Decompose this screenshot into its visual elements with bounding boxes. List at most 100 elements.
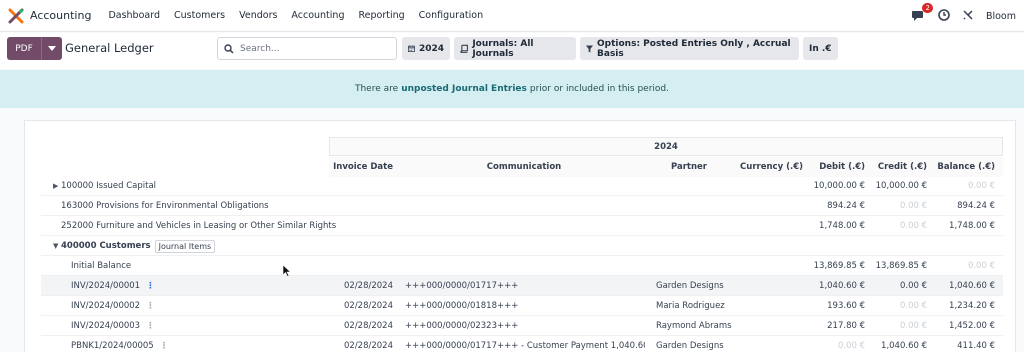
col-currency[interactable]: Currency (.€) (733, 158, 803, 176)
pdf-dropdown-toggle[interactable] (41, 37, 62, 60)
debit-cell: 13,869.85 € (813, 261, 865, 271)
partner-cell: Maria Rodriguez (656, 301, 725, 311)
year-filter-label: 2024 (418, 43, 444, 54)
search-box[interactable] (217, 37, 397, 60)
menu-dashboard[interactable]: Dashboard (108, 10, 160, 21)
col-credit[interactable]: Credit (.€) (869, 158, 927, 176)
balance-cell: 1,234.20 € (949, 301, 995, 311)
initial-balance-row: Initial Balance 13,869.85 € 13,869.85 € … (41, 256, 1003, 276)
balance-cell: 1,748.00 € (949, 221, 995, 231)
chat-icon[interactable]: 2 (911, 3, 933, 23)
journals-filter-button[interactable]: Journals: All Journals (454, 37, 576, 60)
entry-label[interactable]: INV/2024/00001 (71, 281, 140, 291)
entry-label[interactable]: PBNK1/2024/00005 (71, 341, 154, 351)
currency-filter-button[interactable]: In .€ (803, 37, 838, 60)
caret-down-icon (48, 45, 56, 51)
col-partner[interactable]: Partner (649, 158, 729, 176)
credit-cell: 0.00 € (899, 281, 927, 291)
general-ledger-report: 2024 Invoice Date Communication Partner … (24, 120, 1016, 352)
partner-cell: Garden Designs (656, 281, 724, 291)
menu-accounting[interactable]: Accounting (291, 10, 344, 21)
balance-cell: 894.24 € (957, 201, 995, 211)
col-invoice-date[interactable]: Invoice Date (329, 158, 393, 176)
period-header: 2024 (329, 137, 1003, 156)
credit-cell: 0.00 € (899, 201, 927, 211)
calendar-icon (408, 45, 415, 52)
col-debit[interactable]: Debit (.€) (807, 158, 865, 176)
communication-cell: +++000/0000/01717+++ - Customer Payment … (405, 341, 645, 351)
date-cell: 02/28/2024 (344, 301, 393, 311)
year-filter-button[interactable]: 2024 (402, 37, 450, 60)
partner-cell: Garden Designs (656, 341, 724, 351)
unposted-entries-link[interactable]: unposted Journal Entries (401, 84, 527, 94)
kebab-menu-icon[interactable]: ⋮ (146, 281, 155, 291)
balance-cell: 1,452.00 € (949, 321, 995, 331)
debit-cell: 193.60 € (827, 301, 865, 311)
kebab-menu-icon[interactable]: ⋮ (160, 341, 169, 351)
account-label: 400000 Customers (61, 241, 151, 251)
credit-cell: 0.00 € (899, 321, 927, 331)
alert-prefix: There are (354, 84, 399, 94)
credit-cell: 1,040.60 € (881, 341, 927, 351)
date-cell: 02/28/2024 (344, 341, 393, 351)
unposted-entries-alert: There are unposted Journal Entries prior… (0, 70, 1024, 108)
top-navbar: Accounting Dashboard Customers Vendors A… (0, 0, 1024, 32)
account-label: 252000 Furniture and Vehicles in Leasing… (61, 221, 337, 231)
debit-cell: 0.00 € (837, 341, 865, 351)
account-label: 100000 Issued Capital (61, 181, 157, 191)
debit-cell: 1,040.60 € (819, 281, 865, 291)
search-input[interactable] (240, 43, 390, 54)
chat-count-badge: 2 (922, 3, 933, 13)
kebab-menu-icon[interactable]: ⋮ (146, 321, 155, 331)
menu-customers[interactable]: Customers (174, 10, 225, 21)
menu-reporting[interactable]: Reporting (358, 10, 404, 21)
account-row-252000[interactable]: 252000 Furniture and Vehicles in Leasing… (41, 216, 1003, 236)
caret-down-icon[interactable]: ▼ (53, 242, 61, 250)
currency-filter-label: In .€ (809, 43, 832, 54)
entry-label[interactable]: INV/2024/00002 (71, 301, 140, 311)
credit-cell: 0.00 € (899, 221, 927, 231)
journal-entry-row[interactable]: INV/2024/00002 ⋮ 02/28/2024 +++000/0000/0… (41, 296, 1003, 316)
journals-filter-label: Journals: All Journals (472, 38, 534, 59)
pdf-button[interactable]: PDF (7, 37, 41, 60)
col-balance[interactable]: Balance (.€) (931, 158, 995, 176)
balance-cell: 411.40 € (957, 341, 995, 351)
journal-entry-row[interactable]: PBNK1/2024/00005 ⋮ 02/28/2024 +++000/0000… (41, 336, 1003, 352)
account-row-163000[interactable]: 163000 Provisions for Environmental Obli… (41, 196, 1003, 216)
book-icon (460, 44, 468, 53)
app-name[interactable]: Accounting (30, 9, 91, 22)
credit-cell: 13,869.85 € (875, 261, 927, 271)
balance-cell: 1,040.60 € (949, 281, 995, 291)
journal-entry-row[interactable]: INV/2024/00003 ⋮ 02/28/2024 +++000/0000/0… (41, 316, 1003, 336)
account-label: 163000 Provisions for Environmental Obli… (61, 201, 269, 211)
alert-suffix: prior or included in this period. (529, 84, 669, 94)
journal-entry-row[interactable]: INV/2024/00001 ⋮ 02/28/2024 +++000/0000/0… (41, 276, 1003, 296)
tools-icon[interactable] (962, 9, 974, 24)
communication-cell: +++000/0000/01717+++ (405, 281, 519, 291)
partner-cell: Raymond Abrams (656, 321, 732, 331)
journal-items-button[interactable]: Journal Items (154, 239, 216, 253)
debit-cell: 894.24 € (827, 201, 865, 211)
communication-cell: +++000/0000/01818+++ (405, 301, 519, 311)
user-name[interactable]: Bloom (986, 11, 1016, 22)
debit-cell: 10,000.00 € (813, 181, 865, 191)
account-row-100000[interactable]: ▶ 100000 Issued Capital 10,000.00 € 10,00… (41, 176, 1003, 196)
debit-cell: 217.80 € (827, 321, 865, 331)
filter-icon (586, 44, 594, 53)
accounting-app-icon[interactable] (8, 8, 24, 24)
options-filter-button[interactable]: Options: Posted Entries Only , Accrual B… (580, 37, 799, 60)
menu-vendors[interactable]: Vendors (239, 10, 277, 21)
initial-balance-label: Initial Balance (71, 261, 132, 271)
balance-cell: 0.00 € (967, 181, 995, 191)
communication-cell: +++000/0000/02323+++ (405, 321, 519, 331)
caret-right-icon[interactable]: ▶ (53, 182, 61, 190)
mouse-cursor-icon (283, 265, 291, 277)
menu-configuration[interactable]: Configuration (419, 10, 483, 21)
page-title: General Ledger (65, 41, 154, 55)
clock-icon[interactable] (938, 8, 950, 24)
account-row-400000[interactable]: ▼ 400000 Customers Journal Items (41, 236, 1003, 256)
credit-cell: 10,000.00 € (875, 181, 927, 191)
col-communication[interactable]: Communication (399, 158, 649, 176)
kebab-menu-icon[interactable]: ⋮ (146, 301, 155, 311)
entry-label[interactable]: INV/2024/00003 (71, 321, 140, 331)
